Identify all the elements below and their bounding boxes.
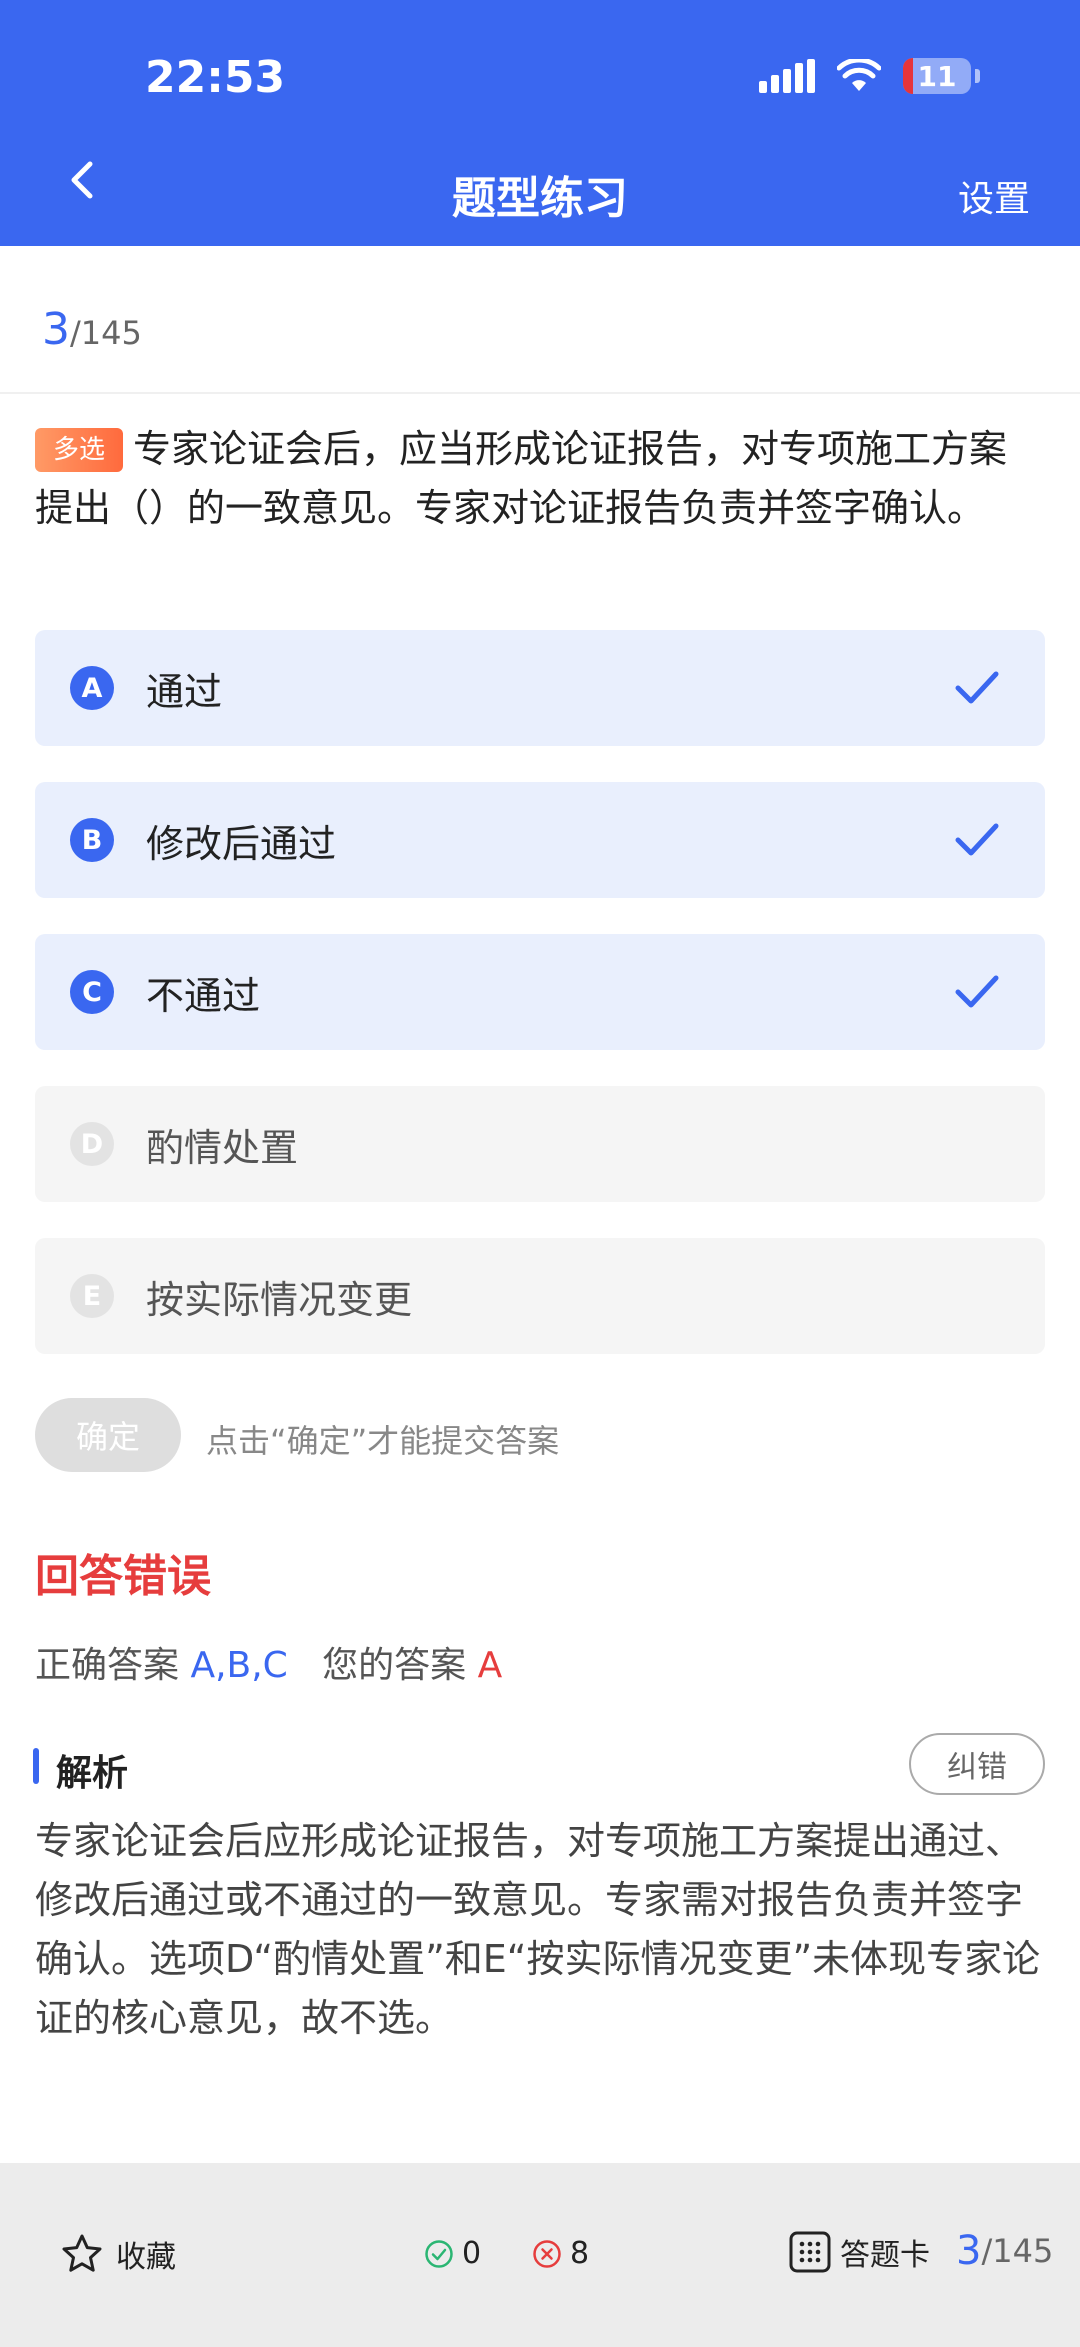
question-text: 多选 专家论证会后，应当形成论证报告，对专项施工方案提出（）的一致意见。专家对论证… bbox=[35, 420, 1045, 538]
wrong-count-value: 8 bbox=[570, 2236, 590, 2271]
page-total: /145 bbox=[981, 2232, 1054, 2270]
correct-count: 0 bbox=[424, 2236, 481, 2271]
check-icon bbox=[955, 975, 999, 1008]
wrong-circle-icon bbox=[533, 2239, 561, 2268]
answer-summary: 正确答案 A,B,C 您的答案 A bbox=[35, 1636, 502, 1688]
result-title: 回答错误 bbox=[35, 1551, 211, 1602]
divider bbox=[0, 392, 1080, 394]
option-letter: C bbox=[70, 970, 114, 1014]
correct-count-value: 0 bbox=[462, 2236, 482, 2271]
analysis-title: 解析 bbox=[56, 1753, 129, 1794]
option-label: 按实际情况变更 bbox=[146, 1277, 413, 1322]
confirm-hint: 点击“确定”才能提交答案 bbox=[206, 1422, 560, 1460]
wrong-count: 8 bbox=[532, 2236, 589, 2271]
your-answer-value: A bbox=[477, 1645, 503, 1686]
confirm-button[interactable]: 确定 bbox=[35, 1398, 181, 1472]
option-e[interactable]: E 按实际情况变更 bbox=[35, 1238, 1045, 1354]
answer-card-label: 答题卡 bbox=[840, 2238, 930, 2273]
correct-circle-icon bbox=[425, 2239, 453, 2268]
grid-icon bbox=[789, 2231, 831, 2273]
option-d[interactable]: D 酌情处置 bbox=[35, 1086, 1045, 1202]
favorite-label: 收藏 bbox=[116, 2240, 176, 2275]
check-icon bbox=[955, 671, 999, 704]
answer-card-button[interactable]: 答题卡 bbox=[788, 2230, 930, 2274]
question-type-tag: 多选 bbox=[35, 428, 124, 472]
question-counter: 3/145 bbox=[42, 304, 142, 355]
analysis-text: 专家论证会后应形成论证报告，对专项施工方案提出通过、修改后通过或不通过的一致意见… bbox=[35, 1819, 1041, 2040]
battery-icon: 11 bbox=[903, 58, 971, 94]
option-label: 酌情处置 bbox=[146, 1125, 299, 1170]
correct-answer-label: 正确答案 bbox=[35, 1645, 180, 1686]
option-a[interactable]: A 通过 bbox=[35, 630, 1045, 746]
option-letter: B bbox=[70, 818, 114, 862]
your-answer-label: 您的答案 bbox=[322, 1645, 467, 1686]
option-letter: D bbox=[70, 1122, 114, 1166]
status-icons: 11 bbox=[759, 58, 980, 94]
analysis-accent-bar bbox=[33, 1748, 39, 1784]
signal-icon bbox=[759, 59, 815, 93]
settings-button[interactable]: 设置 bbox=[958, 170, 1030, 222]
app-header: 22:53 11 题型练习 设置 bbox=[0, 0, 1080, 246]
report-error-button[interactable]: 纠错 bbox=[909, 1733, 1045, 1795]
counter-current: 3 bbox=[42, 304, 70, 355]
favorite-button[interactable]: 收藏 bbox=[60, 2232, 176, 2276]
page-current: 3 bbox=[956, 2228, 982, 2274]
option-letter: A bbox=[70, 666, 114, 710]
option-label: 通过 bbox=[146, 669, 223, 714]
option-c[interactable]: C 不通过 bbox=[35, 934, 1045, 1050]
star-icon bbox=[62, 2234, 102, 2272]
option-letter: E bbox=[70, 1274, 114, 1318]
page-indicator: 3/145 bbox=[956, 2228, 1053, 2274]
option-label: 修改后通过 bbox=[146, 821, 337, 866]
check-icon bbox=[955, 823, 999, 856]
option-b[interactable]: B 修改后通过 bbox=[35, 782, 1045, 898]
option-label: 不通过 bbox=[146, 973, 261, 1018]
wifi-icon bbox=[837, 59, 881, 91]
page-title: 题型练习 bbox=[452, 173, 628, 224]
battery-tip bbox=[975, 69, 980, 83]
correct-answer-value: A,B,C bbox=[190, 1645, 288, 1686]
question-body: 专家论证会后，应当形成论证报告，对专项施工方案提出（）的一致意见。专家对论证报告… bbox=[35, 427, 1008, 530]
counter-total: /145 bbox=[70, 314, 142, 352]
status-time: 22:53 bbox=[145, 52, 286, 103]
